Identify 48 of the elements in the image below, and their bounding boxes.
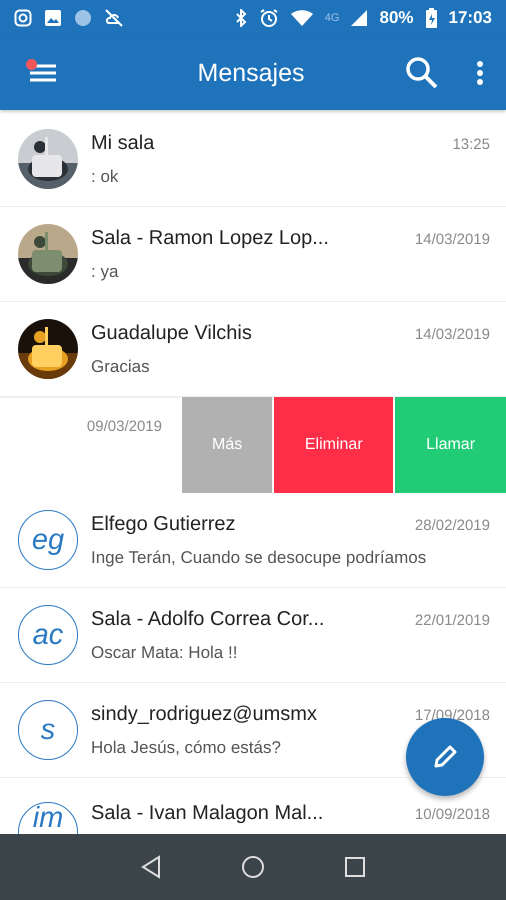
more-vertical-icon bbox=[476, 60, 484, 86]
signal-icon bbox=[351, 10, 368, 26]
message-preview: : ya bbox=[91, 262, 118, 282]
network-type: 4G bbox=[324, 12, 340, 24]
conversation-item[interactable]: eg Elfego Gutierrez 28/02/2019 Inge Terán, Cuando se desocupe podríamos bbox=[0, 493, 506, 588]
conversation-item[interactable]: Mi sala 13:25 : ok bbox=[0, 112, 506, 207]
message-date: 14/03/2019 bbox=[414, 230, 490, 248]
message-preview: Gracias bbox=[91, 356, 150, 376]
conversation-item[interactable]: Guadalupe Vilchis 14/03/2019 Gracias bbox=[0, 302, 506, 397]
back-icon[interactable] bbox=[140, 855, 162, 879]
message-date: 13:25 bbox=[452, 136, 490, 152]
contact-name: Sala - Ramon Lopez Lop... bbox=[91, 226, 329, 250]
contact-name: Elfego Gutierrez bbox=[91, 512, 236, 536]
instagram-icon bbox=[14, 9, 32, 27]
message-date: 28/02/2019 bbox=[414, 516, 490, 534]
message-date: 17/09/2018 bbox=[414, 706, 490, 724]
screen-title: Mensajes bbox=[196, 58, 306, 88]
message-date: 09/03/2019 bbox=[86, 418, 162, 437]
message-preview: Hola Jesús, cómo estás? bbox=[91, 738, 281, 758]
home-icon[interactable] bbox=[240, 855, 265, 879]
message-preview: : ok bbox=[91, 166, 118, 186]
message-date: 22/01/2019 bbox=[414, 612, 490, 628]
clock-time: 17:03 bbox=[448, 8, 492, 28]
alarm-icon bbox=[258, 8, 279, 28]
contact-name: Sala - Ivan Malagon Mal... bbox=[91, 802, 324, 825]
contact-name: Sala - Adolfo Correa Cor... bbox=[91, 608, 324, 630]
conversation-item[interactable]: ac Sala - Adolfo Correa Cor... 22/01/2019 Oscar Mata: Hola !! bbox=[0, 588, 506, 683]
sync-off-icon bbox=[104, 9, 124, 27]
bluetooth-icon bbox=[234, 9, 247, 27]
conversation-item[interactable]: Sala - Ramon Lopez Lop... 14/03/2019 : ya bbox=[0, 207, 506, 302]
battery-icon bbox=[426, 8, 437, 28]
wifi-icon bbox=[290, 10, 313, 26]
image-icon bbox=[44, 9, 62, 27]
contact-name: sindy_rodriguez@umsmx bbox=[91, 702, 317, 726]
initials-avatar: s bbox=[18, 700, 78, 760]
initials-avatar: eg bbox=[18, 510, 78, 570]
search-icon bbox=[404, 55, 440, 91]
recents-icon[interactable] bbox=[344, 856, 366, 878]
initials-avatar: ac bbox=[18, 605, 78, 665]
contact-name: Guadalupe Vilchis bbox=[91, 322, 252, 344]
contact-name: Mi sala bbox=[91, 132, 154, 154]
message-preview: Oscar Mata: Hola !! bbox=[91, 642, 238, 662]
swipe-action-button[interactable]: Eliminar bbox=[274, 397, 394, 493]
message-date: 10/09/2018 bbox=[414, 806, 490, 823]
battery-percentage: 80% bbox=[379, 8, 414, 28]
message-date: 14/03/2019 bbox=[414, 326, 490, 342]
message-preview: Inge Terán, Cuando se desocupe podríamos bbox=[91, 548, 426, 568]
circle-icon bbox=[74, 9, 92, 27]
